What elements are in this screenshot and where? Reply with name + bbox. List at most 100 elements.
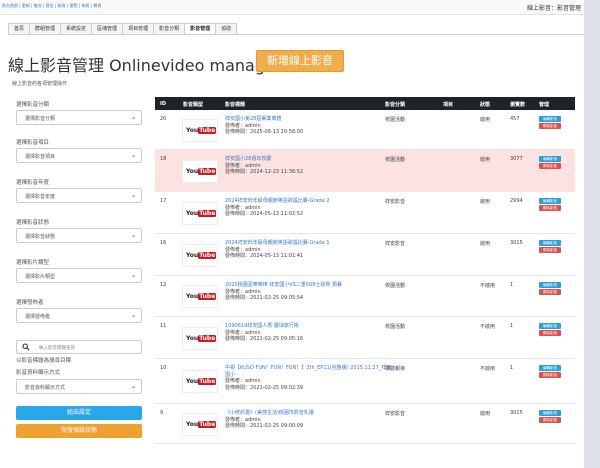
header-category: 影音分類 [385, 102, 406, 108]
search-input[interactable]: 輸入影音標題查詢 [16, 340, 142, 354]
type-select-value: 選擇影片類型 [25, 274, 56, 280]
right-scroll-area [584, 0, 600, 468]
status-select[interactable]: 選擇影音狀態 ⌄ [16, 228, 142, 243]
row-category: 媒體報導 [385, 366, 406, 372]
youtube-thumbnail[interactable]: YouTube [182, 285, 218, 308]
category-select-value: 選擇影音分類 [25, 116, 56, 122]
add-video-button[interactable]: 新增線上影音 [256, 50, 344, 72]
header-views: 瀏覽數 [510, 102, 526, 108]
row-id: 20 [160, 116, 167, 122]
header-title: 影音標題 [225, 102, 246, 108]
youtube-thumbnail[interactable]: YouTube [182, 243, 218, 267]
delete-video-button[interactable]: 刪除影音 [539, 247, 561, 253]
row-id: 18 [160, 156, 167, 162]
youtube-logo-icon: YouTube [186, 251, 217, 259]
row-views: 3015 [510, 240, 523, 246]
header-manage: 管理 [539, 102, 550, 108]
row-status: 不啟用 [480, 366, 496, 372]
publisher-select-value: 選擇發佈者 [25, 314, 51, 320]
row-status: 啟用 [480, 241, 491, 247]
row-status: 不啟用 [480, 324, 496, 330]
publisher-select[interactable]: 選擇發佈者 ⌄ [16, 308, 142, 323]
status-select-value: 選擇影音狀態 [25, 234, 56, 240]
sort-select[interactable]: 影音資料顯示方式 ⌄ [16, 379, 142, 394]
publish-date-text: 發佈時間：2025-06-13 20:58:00 [225, 129, 304, 135]
row-views: 3015 [510, 410, 523, 416]
publish-date-text: 發佈時間：2024-05-13 11:02:52 [225, 211, 304, 217]
chevron-down-icon: ⌄ [130, 232, 136, 239]
youtube-thumbnail[interactable]: YouTube [182, 201, 218, 225]
type-select[interactable]: 選擇影片類型 ⌄ [16, 268, 142, 283]
row-status: 不啟用 [480, 283, 496, 289]
publish-date-text: 發佈時間：2024-12-23 11:36:52 [225, 169, 304, 175]
youtube-thumbnail[interactable]: YouTube [182, 412, 218, 436]
youtube-logo-icon: YouTube [186, 334, 217, 342]
save-settings-button[interactable]: 組出設定 [16, 406, 142, 420]
youtube-thumbnail[interactable]: YouTube [182, 118, 218, 142]
delete-video-button[interactable]: 刪除影音 [539, 289, 561, 295]
row-views: 1 [510, 282, 514, 288]
year-select[interactable]: 選擇影音年度 ⌄ [16, 188, 142, 203]
publisher-filter-label: 選擇發佈者 [16, 300, 44, 306]
delete-video-button[interactable]: 刪除影音 [539, 372, 561, 378]
header-item: 項目 [443, 102, 454, 108]
chevron-down-icon: ⌄ [130, 272, 136, 279]
chevron-down-icon: ⌄ [130, 312, 136, 319]
edit-video-button[interactable]: 編輯影音 [539, 116, 561, 122]
sort-select-value: 影音資料顯示方式 [25, 385, 66, 391]
row-category: 祥安影音 [385, 199, 406, 205]
reset-button[interactable]: 恢復預設狀態 [16, 424, 142, 438]
sort-label: 影音資料顯示方式 [16, 370, 61, 376]
youtube-thumbnail[interactable]: YouTube [182, 159, 218, 183]
search-icon [22, 343, 30, 351]
row-views: 1 [510, 323, 514, 329]
type-filter-label: 選擇影片類型 [16, 260, 50, 266]
edit-video-button[interactable]: 編輯影音 [539, 156, 561, 162]
header-type: 影音類型 [183, 102, 204, 108]
youtube-thumbnail[interactable]: YouTube [182, 326, 218, 350]
row-id: 12 [160, 282, 167, 288]
delete-video-button[interactable]: 刪除影音 [539, 163, 561, 169]
edit-video-button[interactable]: 編輯影音 [539, 240, 561, 246]
delete-video-button[interactable]: 刪除影音 [539, 123, 561, 129]
row-category: 祥安影音 [385, 411, 406, 417]
youtube-thumbnail[interactable]: YouTube [182, 370, 218, 393]
delete-video-button[interactable]: 刪除影音 [539, 330, 561, 336]
category-filter-label: 選擇影音分類 [16, 102, 50, 108]
edit-video-button[interactable]: 編輯影音 [539, 198, 561, 204]
youtube-logo-icon: YouTube [186, 209, 217, 217]
video-title-link[interactable]: 中視【KUSO FUN！FUN！FUN！】2th_EP11(完整版) 2015.… [225, 365, 395, 378]
status-filter-label: 選擇影音狀態 [16, 220, 50, 226]
row-category: 校園活動 [385, 117, 406, 123]
item-filter-label: 選擇影音項目 [16, 140, 50, 146]
tab-divider [8, 34, 584, 35]
youtube-logo-icon: YouTube [186, 293, 217, 300]
header-status: 狀態 [480, 102, 491, 108]
row-category: 校園活動 [385, 157, 406, 163]
edit-video-button[interactable]: 編輯影音 [539, 410, 561, 416]
table-row: 9 YouTube 《小修的書》(美感生活)桃園市影音札擾 發佈者：admin 發佈時間… [155, 404, 575, 444]
youtube-logo-icon: YouTube [186, 126, 217, 134]
top-links[interactable]: 前台首頁 | 更新 | 後台 | 登出 | 修改 | 瀏覽 | 系統 | 網頁 [2, 3, 101, 9]
youtube-logo-icon: YouTube [186, 167, 217, 175]
row-category: 校園活動 [385, 324, 406, 330]
top-bar: 前台首頁 | 更新 | 後台 | 登出 | 修改 | 瀏覽 | 系統 | 網頁 … [0, 0, 584, 15]
row-status: 啟用 [480, 157, 491, 163]
header-id: ID [160, 101, 167, 107]
item-select[interactable]: 選擇影音項目 ⌄ [16, 148, 142, 163]
chevron-down-icon: ⌄ [130, 152, 136, 159]
youtube-logo-icon: YouTube [186, 378, 217, 385]
delete-video-button[interactable]: 刪除影音 [539, 417, 561, 423]
row-id: 9 [160, 410, 164, 416]
delete-video-button[interactable]: 刪除影音 [539, 205, 561, 211]
edit-video-button[interactable]: 編輯影音 [539, 282, 561, 288]
row-views: 1 [510, 365, 514, 371]
table-row: 18 YouTube 祥安國小28週年校慶 發佈者：admin 發佈時間：2024-12… [155, 150, 575, 192]
row-id: 17 [160, 198, 167, 204]
category-select[interactable]: 選擇影音分類 ⌄ [16, 110, 142, 125]
row-id: 16 [160, 240, 167, 246]
edit-video-button[interactable]: 編輯影音 [539, 323, 561, 329]
year-filter-label: 選擇影音年度 [16, 180, 50, 186]
edit-video-button[interactable]: 編輯影音 [539, 365, 561, 371]
publish-date-text: 發佈時間：2021-02-25 09:05:54 [225, 295, 304, 301]
